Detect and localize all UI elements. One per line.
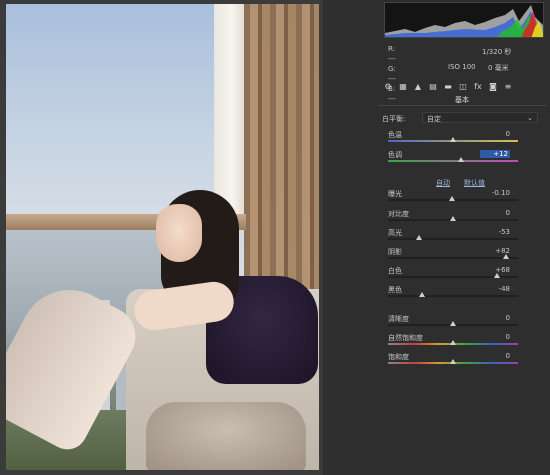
slider-blacks: 黑色 -48 [374, 285, 550, 305]
slider-value[interactable]: 0 [480, 209, 510, 217]
slider-label: 色温 [388, 131, 402, 139]
camera-calibration-icon[interactable]: ◙ [487, 81, 499, 91]
lens-icon[interactable]: ◫ [457, 81, 469, 91]
slider-value[interactable]: +12 [480, 150, 510, 158]
slider-value[interactable]: 0 [480, 333, 510, 341]
slider-track[interactable] [388, 295, 518, 297]
hsl-icon[interactable]: ▤ [427, 81, 439, 91]
slider-label: 阴影 [388, 248, 402, 256]
split-tone-icon[interactable]: ▬ [442, 81, 454, 91]
slider-label: 清晰度 [388, 315, 409, 323]
slider-label: 饱和度 [388, 353, 409, 361]
tone-curve-icon[interactable]: ▦ [397, 81, 409, 91]
pillow [146, 402, 306, 470]
slider-track[interactable] [388, 238, 518, 240]
slider-label: 色调 [388, 151, 402, 159]
slider-temp: 色温 0 [374, 130, 550, 150]
g-label: G: [388, 65, 396, 73]
slider-shadows: 阴影 +82 [374, 247, 550, 267]
panel-gutter [323, 0, 374, 475]
slider-label: 黑色 [388, 286, 402, 294]
slider-value[interactable]: 0 [480, 130, 510, 138]
panel-toolbar: ⚙ ▦ ▲ ▤ ▬ ◫ fx ◙ ≡ [382, 80, 546, 92]
slider-tint: 色调 +12 [374, 150, 550, 170]
slider-label: 高光 [388, 229, 402, 237]
slider-track[interactable] [388, 257, 518, 259]
slider-highlights: 高光 -53 [374, 228, 550, 248]
camera-raw-window: R: --- G: --- B: --- 1/320 秒 ISO 100 0 毫… [0, 0, 550, 475]
slider-vibrance: 自然饱和度 0 [374, 333, 550, 353]
slider-thumb[interactable] [503, 254, 510, 259]
slider-thumb[interactable] [448, 196, 455, 201]
sky [6, 4, 216, 219]
slider-value[interactable]: 0 [480, 314, 510, 322]
slider-thumb[interactable] [457, 157, 464, 162]
slider-thumb[interactable] [450, 340, 456, 345]
detail-icon[interactable]: ▲ [412, 81, 424, 91]
slider-thumb[interactable] [450, 359, 456, 364]
r-value: --- [388, 55, 396, 63]
photo-preview[interactable] [6, 4, 319, 470]
auto-link[interactable]: 自动 [436, 178, 450, 188]
slider-value[interactable]: 0 [480, 352, 510, 360]
focal-length: 0 毫米 [488, 64, 509, 72]
white-balance-select[interactable]: 自定 ⌄ [422, 112, 538, 123]
white-balance-label: 白平衡: [382, 115, 406, 123]
slider-label: 自然饱和度 [388, 334, 423, 342]
r-label: R: [388, 45, 396, 53]
slider-value[interactable]: -48 [480, 285, 510, 293]
face [156, 204, 202, 262]
default-link[interactable]: 默认值 [464, 178, 485, 188]
white-balance-value: 自定 [427, 115, 441, 123]
slider-thumb[interactable] [415, 235, 422, 240]
slider-value[interactable]: -53 [480, 228, 510, 236]
slider-value[interactable]: -0.10 [480, 189, 510, 197]
slider-saturation: 饱和度 0 [374, 352, 550, 372]
slider-label: 白色 [388, 267, 402, 275]
image-canvas [0, 0, 323, 475]
histogram [384, 2, 544, 38]
slider-label: 曝光 [388, 190, 402, 198]
slider-thumb[interactable] [450, 137, 456, 142]
curtain [244, 4, 319, 304]
divider [378, 105, 546, 106]
presets-icon[interactable]: ≡ [502, 81, 514, 91]
slider-thumb[interactable] [450, 321, 456, 326]
fx-icon[interactable]: fx [472, 81, 484, 91]
basic-icon[interactable]: ⚙ [382, 81, 394, 91]
adjustment-panel: R: --- G: --- B: --- 1/320 秒 ISO 100 0 毫… [374, 0, 550, 475]
slider-exposure: 曝光 -0.10 [374, 189, 550, 209]
slider-whites: 白色 +68 [374, 266, 550, 286]
slider-track[interactable] [388, 160, 518, 162]
slider-thumb[interactable] [418, 292, 425, 297]
image-info: R: --- G: --- B: --- 1/320 秒 ISO 100 0 毫… [384, 44, 546, 103]
slider-clarity: 清晰度 0 [374, 314, 550, 334]
slider-contrast: 对比度 0 [374, 209, 550, 229]
slider-label: 对比度 [388, 210, 409, 218]
histogram-graph [385, 5, 543, 37]
shutter-speed: 1/320 秒 [482, 48, 512, 56]
slider-thumb[interactable] [494, 273, 501, 278]
slider-thumb[interactable] [450, 216, 456, 221]
white-balance: 白平衡: 自定 ⌄ [380, 112, 544, 124]
section-title: 基本 [455, 96, 469, 104]
iso-value: ISO 100 [448, 63, 476, 71]
chevron-down-icon: ⌄ [527, 114, 533, 122]
